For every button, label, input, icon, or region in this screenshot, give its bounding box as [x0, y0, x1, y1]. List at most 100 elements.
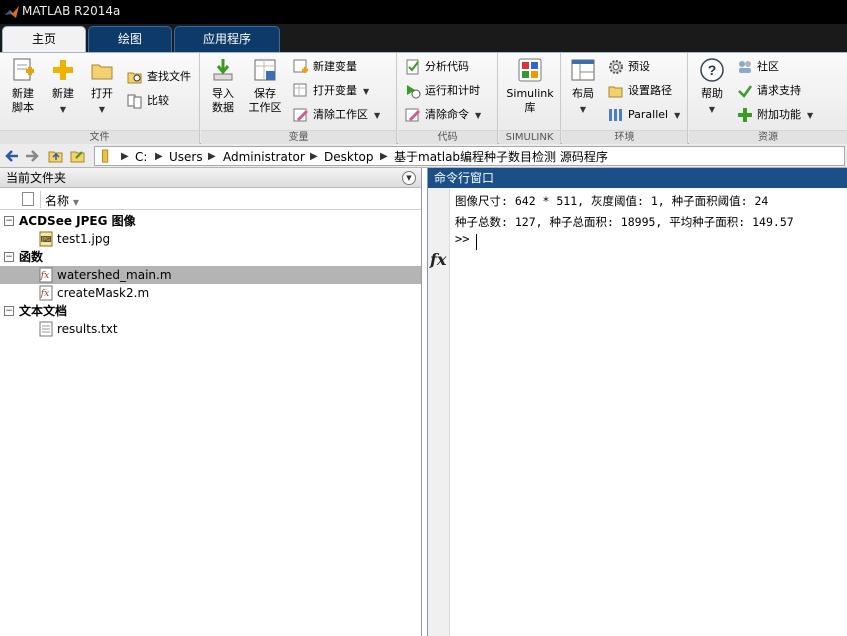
clear-workspace-button[interactable]: 清除工作区 ▼ — [293, 105, 380, 125]
group-text-documents[interactable]: − 文本文档 — [0, 302, 421, 320]
breadcrumb-administrator[interactable]: Administrator — [223, 149, 305, 165]
help-button[interactable]: ? 帮助 ▼ — [691, 57, 733, 117]
run-and-time-icon — [407, 85, 421, 99]
new-button[interactable]: 新建 ▼ — [42, 57, 84, 117]
file-row[interactable]: results.txt — [0, 320, 421, 338]
group-label: 函数 — [19, 250, 44, 264]
save-workspace-button[interactable]: 保存 工作区 — [244, 57, 286, 115]
output-line: 种子总数: 127, 种子总面积: 18995, 平均种子面积: 149.57 — [455, 215, 794, 229]
path-separator-icon: ▶ — [208, 151, 216, 162]
new-plus-icon — [53, 60, 73, 80]
tab-apps[interactable]: 应用程序 — [174, 26, 280, 52]
import-data-button[interactable]: 导入 数据 — [202, 57, 244, 115]
file-row-selected[interactable]: fx watershed_main.m — [0, 266, 421, 284]
address-bar: ▶ C: ▶ Users ▶ Administrator ▶ Desktop ▶… — [0, 144, 847, 168]
collapse-toggle-icon[interactable]: − — [4, 306, 14, 316]
find-files-button[interactable]: 查找文件 — [127, 67, 191, 87]
breadcrumb-desktop[interactable]: Desktop — [324, 149, 374, 165]
svg-text:?: ? — [708, 62, 717, 78]
collapse-toggle-icon[interactable]: − — [4, 252, 14, 262]
forward-arrow-icon[interactable] — [24, 148, 40, 164]
new-variable-icon — [293, 59, 308, 73]
column-divider — [40, 191, 41, 208]
name-column-header[interactable]: 名称 ▼ — [45, 192, 79, 209]
clear-workspace-label: 清除工作区 — [313, 108, 368, 121]
community-button[interactable]: 社区 — [737, 57, 779, 77]
parallel-button[interactable]: Parallel ▼ — [608, 105, 680, 125]
file-column-icon — [22, 192, 34, 206]
browse-folder-icon[interactable] — [70, 148, 86, 164]
breadcrumb-c-drive[interactable]: C: — [135, 149, 147, 165]
chevron-down-icon: ▼ — [708, 105, 716, 114]
compare-label: 比较 — [147, 94, 169, 107]
group-jpeg-images[interactable]: − ACDSee JPEG 图像 — [0, 212, 421, 230]
simulink-library-button[interactable]: Simulink 库 — [505, 57, 555, 115]
addons-plus-icon — [738, 108, 752, 122]
open-variable-button[interactable]: 打开变量 ▼ — [293, 81, 369, 101]
save-workspace-icon — [254, 59, 276, 81]
sort-arrow-icon: ▼ — [72, 198, 79, 207]
layout-button[interactable]: 布局 ▼ — [562, 57, 604, 117]
gear-icon — [609, 60, 623, 74]
panel-menu-icon[interactable]: ▼ — [402, 171, 416, 185]
output-line: 图像尺寸: 642 * 511, 灰度阈值: 1, 种子面积阈值: 24 — [455, 194, 769, 208]
path-field[interactable]: ▶ C: ▶ Users ▶ Administrator ▶ Desktop ▶… — [94, 146, 845, 166]
layout-label: 布局 — [572, 87, 594, 100]
new-script-button[interactable]: 新建 脚本 — [2, 57, 44, 115]
code-group: 分析代码 运行和计时 清除命令 ▼ 代码 — [398, 53, 498, 144]
file-name: watershed_main.m — [57, 268, 172, 282]
run-time-button[interactable]: 运行和计时 — [405, 81, 480, 101]
new-variable-label: 新建变量 — [313, 60, 357, 73]
function-browser-icon[interactable]: fx — [430, 250, 446, 269]
code-group-label: 代码 — [398, 130, 497, 144]
layout-icon — [571, 59, 595, 81]
breadcrumb-users[interactable]: Users — [169, 149, 203, 165]
file-name: test1.jpg — [57, 232, 111, 246]
command-window-panel[interactable]: 命令行窗口 fx 图像尺寸: 642 * 511, 灰度阈值: 1, 种子面积阈… — [427, 168, 847, 636]
tab-home[interactable]: 主页 — [2, 26, 86, 52]
matlab-logo-icon — [5, 6, 19, 18]
support-icon — [738, 85, 753, 98]
clear-commands-button[interactable]: 清除命令 ▼ — [405, 105, 481, 125]
clear-commands-label: 清除命令 — [425, 108, 469, 121]
collapse-toggle-icon[interactable]: − — [4, 216, 14, 226]
path-separator-icon: ▶ — [121, 151, 129, 162]
file-row[interactable]: fx createMask2.m — [0, 284, 421, 302]
open-button[interactable]: 打开 ▼ — [81, 57, 123, 117]
tab-plots[interactable]: 绘图 — [88, 26, 172, 52]
addons-button[interactable]: 附加功能 ▼ — [737, 105, 813, 125]
breadcrumb-project-folder[interactable]: 基于matlab编程种子数目检测 源码程序 — [394, 149, 608, 165]
group-functions[interactable]: − 函数 — [0, 248, 421, 266]
new-variable-button[interactable]: 新建变量 — [293, 57, 357, 77]
variable-group: 导入 数据 保存 工作区 新建变量 打开变量 ▼ 清除工作区 ▼ 变量 — [201, 53, 397, 144]
simulink-library-label: Simulink 库 — [506, 87, 554, 114]
chevron-down-icon: ▼ — [98, 105, 106, 114]
simulink-group: Simulink 库 SIMULINK — [499, 53, 561, 144]
preferences-button[interactable]: 预设 — [608, 57, 650, 77]
variable-group-label: 变量 — [201, 130, 396, 144]
analyze-code-label: 分析代码 — [425, 60, 469, 73]
set-path-button[interactable]: 设置路径 — [608, 81, 672, 101]
new-script-label: 新建 脚本 — [12, 87, 34, 114]
command-prompt: >> — [455, 232, 470, 246]
set-path-label: 设置路径 — [628, 84, 672, 97]
parallel-icon — [609, 109, 622, 121]
file-name: createMask2.m — [57, 286, 150, 300]
text-cursor[interactable] — [476, 234, 477, 250]
resources-group-label: 资源 — [689, 130, 847, 144]
up-folder-icon[interactable] — [48, 148, 64, 164]
request-support-button[interactable]: 请求支持 — [737, 81, 801, 101]
back-arrow-icon[interactable] — [4, 148, 20, 164]
svg-text:fx: fx — [40, 289, 49, 299]
find-files-icon — [127, 72, 142, 84]
group-label: 文本文档 — [19, 304, 68, 318]
help-label: 帮助 — [701, 87, 723, 100]
analyze-code-button[interactable]: 分析代码 — [405, 57, 469, 77]
ribbon: 新建 脚本 新建 ▼ 打开 ▼ 查找文件 比较 文件 导入 数据 保存 工作区 … — [0, 52, 847, 144]
command-gutter: fx — [428, 188, 450, 636]
file-row[interactable]: JPG test1.jpg — [0, 230, 421, 248]
compare-button[interactable]: 比较 — [127, 91, 169, 111]
matlab-function-icon: fx — [39, 267, 53, 283]
simulink-library-icon — [518, 58, 542, 82]
find-files-label: 查找文件 — [147, 70, 191, 83]
